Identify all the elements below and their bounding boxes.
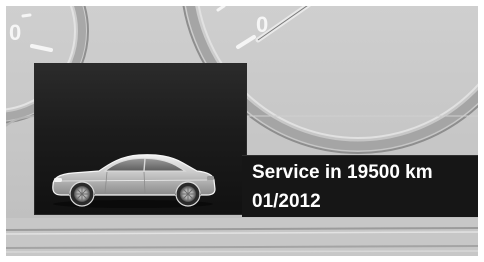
front-wheel <box>69 181 95 207</box>
instrument-cluster: 0 0 Service in 19500 km 01/2012 <box>0 0 484 262</box>
left-gauge-ticks <box>21 13 53 52</box>
bottom-trim <box>6 218 478 256</box>
cluster-panel: 0 0 Service in 19500 km 01/2012 <box>6 6 478 256</box>
service-distance-text: Service in 19500 km <box>252 162 433 183</box>
service-date-text: 01/2012 <box>252 191 321 212</box>
rear-wheel <box>175 181 201 207</box>
right-gauge-zero-label: 0 <box>256 12 269 37</box>
info-display <box>34 63 247 215</box>
left-gauge-zero-label: 0 <box>9 20 22 45</box>
right-gauge-ticks <box>216 6 256 49</box>
service-message-box: Service in 19500 km 01/2012 <box>242 155 478 217</box>
car-sedan-icon <box>52 154 216 208</box>
